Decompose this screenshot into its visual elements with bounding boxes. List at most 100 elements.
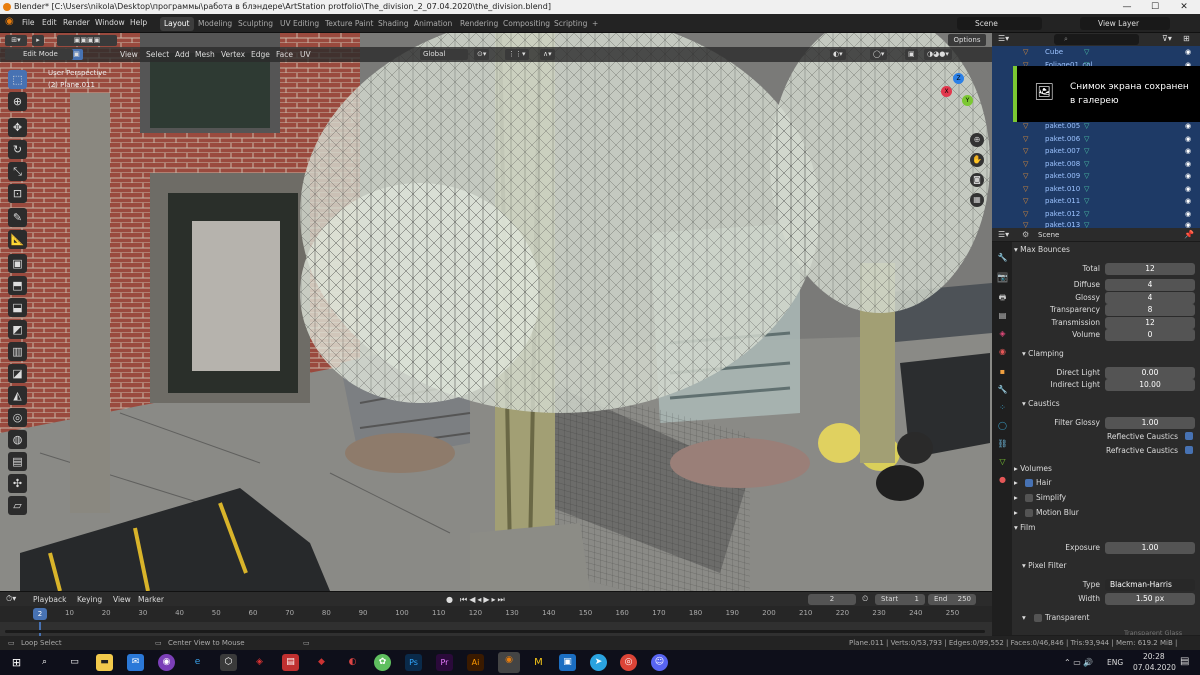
output-tab-icon[interactable]: 🖶 xyxy=(997,292,1008,303)
shear-icon[interactable]: ▱ xyxy=(8,496,27,515)
shrink-icon[interactable]: ✣ xyxy=(8,474,27,493)
transform-icon[interactable]: ⊡ xyxy=(8,184,27,203)
app-icon-green[interactable]: ✿ xyxy=(374,654,391,671)
volume-field[interactable]: 0 xyxy=(1105,329,1195,341)
app-icon-substance[interactable]: ◆ xyxy=(313,654,330,671)
section-transparent[interactable]: Transparent xyxy=(1045,612,1089,624)
viewport-menu-uv[interactable]: UV xyxy=(300,50,311,59)
refractive-caustics-checkbox[interactable] xyxy=(1185,446,1193,454)
timeline-scrollbar[interactable] xyxy=(5,630,985,633)
cursor-icon[interactable]: ⊕ xyxy=(8,92,27,111)
bevel-icon[interactable]: ◩ xyxy=(8,320,27,339)
search-icon[interactable]: ⌕ xyxy=(36,654,53,671)
tool-tab-icon[interactable]: 🔧 xyxy=(997,252,1008,263)
hair-checkbox[interactable] xyxy=(1025,479,1033,487)
app-icon-red[interactable]: ◐ xyxy=(344,654,361,671)
filter-icon[interactable]: ⊽▾ xyxy=(1162,34,1172,43)
tab-sculpting[interactable]: Sculpting xyxy=(234,17,277,31)
view-layer-tab-icon[interactable]: ▤ xyxy=(997,310,1008,321)
world-tab-icon[interactable]: ◉ xyxy=(997,346,1008,357)
outliner-row[interactable]: ▽ paket.008 ▽ ◉ xyxy=(992,158,1200,171)
viewport-menu-select[interactable]: Select xyxy=(146,50,169,59)
language-indicator[interactable]: ENG xyxy=(1107,658,1123,667)
outliner-row[interactable]: ▽ paket.009 ▽ ◉ xyxy=(992,170,1200,183)
viewport-menu-vertex[interactable]: Vertex xyxy=(221,50,245,59)
close-button[interactable]: ✕ xyxy=(1170,0,1198,14)
menu-render[interactable]: Render xyxy=(63,18,90,27)
app-icon-cube[interactable]: ⬡ xyxy=(220,654,237,671)
gizmo-x-axis[interactable]: X xyxy=(941,86,952,97)
start-frame-field[interactable]: Start 1 xyxy=(875,594,925,605)
outliner-row[interactable]: ▽ paket.013 ▽ ◉ xyxy=(992,219,1200,228)
zoom-icon[interactable]: ⊕ xyxy=(970,133,984,147)
motion-blur-checkbox[interactable] xyxy=(1025,509,1033,517)
simplify-checkbox[interactable] xyxy=(1025,494,1033,502)
transparent-checkbox[interactable] xyxy=(1034,614,1042,622)
blender-taskbar-icon[interactable]: ◉ xyxy=(498,652,520,673)
mode-dropdown[interactable]: Edit Mode xyxy=(5,49,73,60)
total-field[interactable]: 12 xyxy=(1105,263,1195,275)
gizmo-z-axis[interactable]: Z xyxy=(953,73,964,84)
screenshot-toast[interactable]: 🖼 Снимок экрана сохранен в галерею xyxy=(1013,66,1200,122)
current-frame-field[interactable]: 2 xyxy=(808,594,856,605)
view-layer-selector[interactable]: View Layer xyxy=(1080,17,1170,30)
filter-glossy-field[interactable]: 1.00 xyxy=(1105,417,1195,429)
scale-icon[interactable]: ⤡ xyxy=(8,162,27,181)
section-max-bounces[interactable]: ▾ Max Bounces xyxy=(1014,244,1070,256)
menu-window[interactable]: Window xyxy=(95,18,125,27)
scene-tab-icon[interactable]: ◈ xyxy=(997,328,1008,339)
telegram-icon[interactable]: ➤ xyxy=(590,654,607,671)
mail-icon[interactable]: ✉ xyxy=(127,654,144,671)
timeline-menu-playback[interactable]: Playback xyxy=(33,595,66,604)
select-box-icon[interactable]: ⬚ xyxy=(8,70,27,89)
visibility-eye-icon[interactable]: ◉ xyxy=(1185,195,1191,208)
scene-selector[interactable]: Scene xyxy=(957,17,1042,30)
smooth-icon[interactable]: ◍ xyxy=(8,430,27,449)
add-cube-icon[interactable]: ▣ xyxy=(8,254,27,273)
timeline-menu-marker[interactable]: Marker xyxy=(138,595,164,604)
app-icon-photo[interactable]: ▣ xyxy=(559,654,576,671)
tab-shading[interactable]: Shading xyxy=(374,17,412,31)
tab-compositing[interactable]: Compositing xyxy=(499,17,554,31)
visibility-eye-icon[interactable]: ◉ xyxy=(1185,46,1191,59)
viewport-menu-edge[interactable]: Edge xyxy=(251,50,270,59)
view-object-types-icon[interactable]: ◐▾ xyxy=(830,49,846,60)
tab-scripting[interactable]: Scripting xyxy=(550,17,591,31)
viewport-menu-face[interactable]: Face xyxy=(276,50,293,59)
inset-icon[interactable]: ⬓ xyxy=(8,298,27,317)
app-icon-pdf[interactable]: ▤ xyxy=(282,654,299,671)
record-icon[interactable]: ● xyxy=(446,595,453,604)
grid-view-icon[interactable]: ▦ xyxy=(970,193,984,207)
section-hair[interactable]: Hair xyxy=(1036,477,1051,489)
new-collection-icon[interactable]: ⊞ xyxy=(1183,34,1190,43)
move-icon[interactable]: ✥ xyxy=(8,118,27,137)
render-tab-icon[interactable]: 📷 xyxy=(997,272,1008,283)
outliner-row[interactable]: ▽ Cube ▽ ◉ xyxy=(992,46,1200,59)
annotate-icon[interactable]: ✎ xyxy=(8,208,27,227)
section-film[interactable]: ▾ Film xyxy=(1014,522,1035,534)
pin-icon[interactable]: 📌 xyxy=(1184,230,1194,239)
edge-slide-icon[interactable]: ▤ xyxy=(8,452,27,471)
tab-modeling[interactable]: Modeling xyxy=(194,17,236,31)
knife-icon[interactable]: ◪ xyxy=(8,364,27,383)
visibility-eye-icon[interactable]: ◉ xyxy=(1185,133,1191,146)
simplify-expand-icon[interactable]: ▸ xyxy=(1014,492,1018,504)
outliner-row[interactable]: ▽ paket.010 ▽ ◉ xyxy=(992,183,1200,196)
hair-expand-icon[interactable]: ▸ xyxy=(1014,477,1018,489)
constraints-tab-icon[interactable]: ⛓ xyxy=(997,438,1008,449)
motion-blur-expand-icon[interactable]: ▸ xyxy=(1014,507,1018,519)
gizmo-y-axis[interactable]: Y xyxy=(962,95,973,106)
tab-texture-paint[interactable]: Texture Paint xyxy=(321,17,377,31)
playhead-indicator[interactable]: 2 xyxy=(33,608,47,620)
poly-build-icon[interactable]: ◭ xyxy=(8,386,27,405)
outliner-row[interactable]: ▽ paket.011 ▽ ◉ xyxy=(992,195,1200,208)
data-tab-icon[interactable]: ▽ xyxy=(997,456,1008,467)
tool-settings-icon[interactable]: ▸ xyxy=(32,35,44,46)
indirect-light-field[interactable]: 10.00 xyxy=(1105,379,1195,391)
material-tab-icon[interactable]: ● xyxy=(997,474,1008,485)
task-view-icon[interactable]: ▭ xyxy=(66,654,83,671)
overlays-icon[interactable]: ◯▾ xyxy=(870,49,888,60)
measure-icon[interactable]: 📐 xyxy=(8,230,27,249)
visibility-eye-icon[interactable]: ◉ xyxy=(1185,183,1191,196)
maximize-button[interactable]: ☐ xyxy=(1141,0,1169,14)
